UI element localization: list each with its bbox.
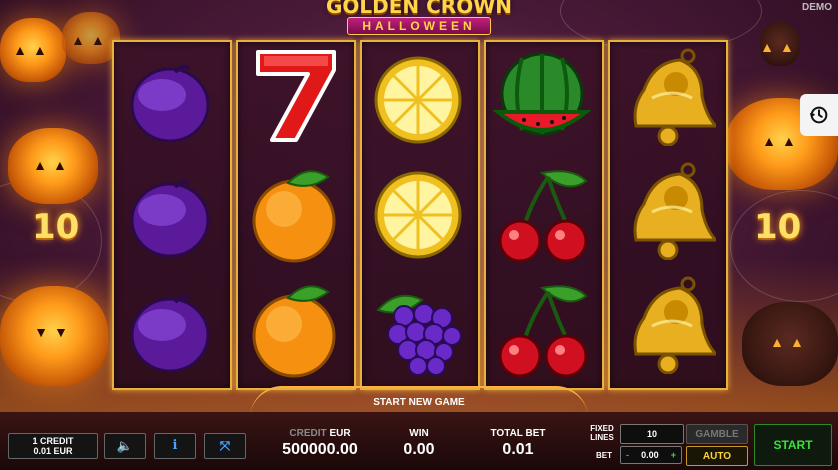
history-button[interactable] <box>800 94 838 136</box>
start-button[interactable]: START <box>754 424 832 466</box>
fixed-lines-label: FIXED LINES <box>586 424 618 442</box>
bet-decrease-button[interactable]: - <box>626 450 629 460</box>
status-message: START NEW GAME <box>373 397 465 408</box>
win-display: WIN 0.00 <box>384 428 454 459</box>
win-label: WIN <box>409 428 429 439</box>
seven-symbol <box>244 44 344 144</box>
credit-label: CREDIT <box>289 428 327 439</box>
info-button[interactable]: i <box>154 433 196 459</box>
credit-display: CREDIT EUR 500000.00 <box>270 428 370 459</box>
cherries-symbol <box>492 280 592 380</box>
lemon-symbol <box>368 50 468 150</box>
total-bet-display: TOTAL BET 0.01 <box>478 428 558 459</box>
orange-symbol <box>244 165 344 265</box>
bet-label: BET <box>596 451 612 460</box>
fullscreen-button[interactable]: ⤧ <box>204 433 246 459</box>
credit-amount: 500000.00 <box>282 441 358 458</box>
plum-symbol <box>120 280 220 380</box>
lemon-symbol <box>368 165 468 265</box>
pumpkin-decoration: ▲▲ <box>742 302 838 386</box>
lines-count-left: 10 <box>32 207 80 247</box>
total-bet-label: TOTAL BET <box>490 428 546 439</box>
fixed-lines-label-2: LINES <box>590 433 614 442</box>
pumpkin-decoration: ▲▲ <box>8 128 98 204</box>
pumpkin-decoration: ▲▲ <box>760 22 800 66</box>
credit-value-line2: 0.01 EUR <box>33 446 73 456</box>
fixed-lines-field: 10 <box>620 424 684 444</box>
bell-symbol <box>616 160 720 261</box>
speaker-icon: 🔈 <box>116 438 134 453</box>
autoplay-button[interactable]: AUTO <box>686 446 748 466</box>
cherries-symbol <box>492 165 592 265</box>
fullscreen-icon: ⤧ <box>219 438 231 453</box>
pumpkin-decoration: ▲▲ <box>0 18 66 82</box>
bet-increase-button[interactable]: + <box>671 450 676 460</box>
total-bet-amount: 0.01 <box>502 441 534 458</box>
lines-count-right: 10 <box>754 207 802 247</box>
demo-badge: DEMO <box>802 2 832 13</box>
credit-currency: EUR <box>329 428 351 439</box>
credit-value-line1: 1 CREDIT <box>32 436 74 446</box>
game-logo: GOLDEN CROWN HALLOWEEN <box>300 0 538 35</box>
orange-symbol <box>244 280 344 380</box>
win-amount: 0.00 <box>403 441 435 458</box>
plum-symbol <box>120 50 220 150</box>
bet-stepper: - 0.00 + <box>620 446 682 464</box>
gamble-button[interactable]: GAMBLE <box>686 424 748 444</box>
watermelon-symbol <box>492 50 592 150</box>
grapes-symbol <box>368 280 468 380</box>
credit-value-button[interactable]: 1 CREDIT 0.01 EUR <box>8 433 98 459</box>
bell-symbol <box>616 46 720 147</box>
history-icon <box>809 106 828 124</box>
bet-value: 0.00 <box>641 450 659 460</box>
bell-symbol <box>616 274 720 375</box>
plum-symbol <box>120 165 220 265</box>
info-icon: i <box>172 438 178 453</box>
sound-button[interactable]: 🔈 <box>104 433 146 459</box>
fixed-lines-label-1: FIXED <box>590 424 614 433</box>
game-title: GOLDEN CROWN <box>325 0 512 18</box>
pumpkin-decoration: ▼▼ <box>0 286 108 386</box>
game-subtitle: HALLOWEEN <box>347 17 491 35</box>
